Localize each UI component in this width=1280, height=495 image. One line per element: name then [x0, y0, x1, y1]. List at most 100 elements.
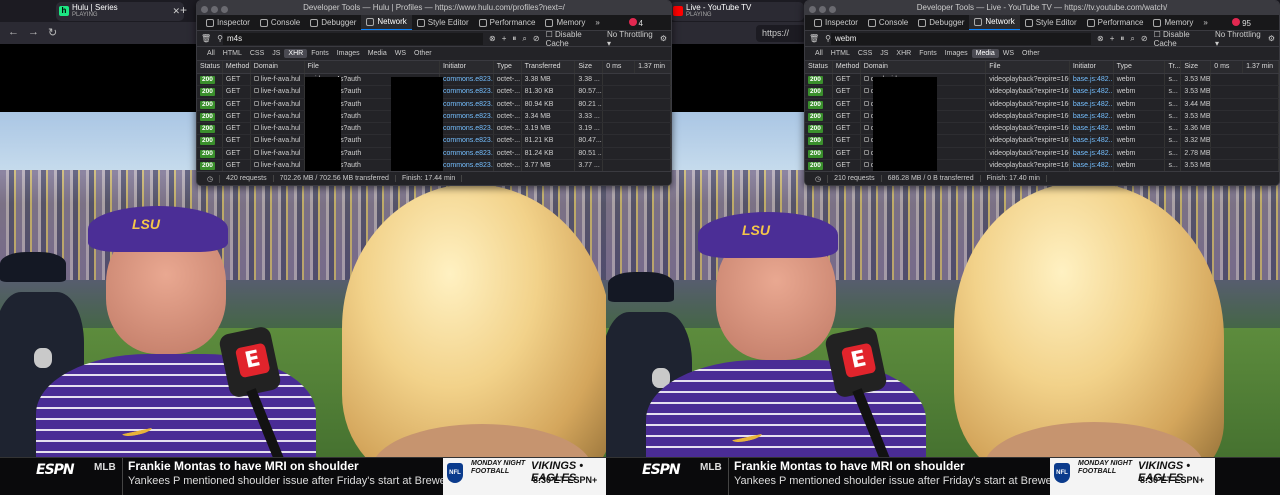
type-html[interactable]: HTML [219, 49, 246, 58]
block-icon[interactable]: ⊘ [1141, 34, 1148, 43]
lock-icon [253, 112, 259, 118]
search-icon[interactable]: ⌕ [522, 34, 526, 44]
tab-performance[interactable]: Performance [474, 15, 541, 30]
lock-icon [863, 88, 869, 94]
search-icon[interactable]: ⌕ [1130, 34, 1134, 44]
tab-close-icon[interactable]: ✕ [172, 6, 180, 17]
devtools-window-youtube-tv[interactable]: Developer Tools — Live - YouTube TV — ht… [804, 0, 1280, 186]
type-xhr[interactable]: XHR [892, 49, 915, 58]
column-header[interactable]: Status [805, 61, 833, 73]
clear-filter-icon[interactable]: ⊗ [489, 34, 496, 43]
clear-filter-icon[interactable]: ⊗ [1097, 34, 1104, 43]
settings-gear-icon[interactable]: ⚙ [1268, 34, 1275, 43]
pause-icon[interactable]: ⏸ [512, 34, 516, 44]
more-tabs-icon[interactable]: » [590, 15, 604, 30]
tab-memory[interactable]: Memory [540, 15, 590, 30]
column-header[interactable]: Tr... [1165, 61, 1182, 73]
add-icon[interactable]: + [502, 34, 507, 43]
column-header[interactable]: Domain [861, 61, 987, 73]
type-ws[interactable]: WS [391, 49, 410, 58]
throttling-select[interactable]: No Throttling ▾ [1215, 30, 1262, 48]
type-css[interactable]: CSS [246, 49, 268, 58]
disable-cache-checkbox[interactable]: ☐ Disable Cache [1154, 30, 1209, 48]
cell-size: 2.78 MB [1181, 147, 1212, 160]
column-header[interactable]: 1.37 min [1243, 61, 1279, 73]
pause-icon[interactable]: ⏸ [1120, 34, 1124, 44]
url-filter-input[interactable]: m4s [223, 32, 484, 45]
type-images[interactable]: Images [333, 49, 364, 58]
cell-initiator: base.js:482... [1070, 110, 1114, 123]
tab-debugger[interactable]: Debugger [305, 15, 361, 30]
column-header[interactable]: Initiator [440, 61, 494, 73]
column-header[interactable]: 0 ms [603, 61, 636, 73]
tab-memory[interactable]: Memory [1148, 15, 1198, 30]
column-header[interactable]: File [305, 61, 440, 73]
column-header[interactable]: Size [575, 61, 604, 73]
column-header[interactable]: Domain [251, 61, 305, 73]
column-header[interactable]: Initiator [1070, 61, 1114, 73]
type-html[interactable]: HTML [827, 49, 854, 58]
error-count[interactable]: 95 [1232, 18, 1251, 28]
cell-size: 80.57... [575, 86, 604, 98]
ticker-subline: Yankees P mentioned shoulder issue after… [734, 475, 1061, 487]
type-media[interactable]: Media [971, 49, 999, 58]
column-header[interactable]: 1.37 min [635, 61, 671, 73]
tab-performance[interactable]: Performance [1082, 15, 1149, 30]
cell-initiator: base.js:482... [1070, 135, 1114, 147]
type-js[interactable]: JS [268, 49, 284, 58]
type-js[interactable]: JS [876, 49, 892, 58]
trash-icon[interactable]: 🗑 [809, 34, 819, 43]
new-tab-icon[interactable]: + [180, 3, 187, 17]
browser-tab-hulu[interactable]: h Hulu | Series PLAYING ✕ [56, 2, 184, 21]
column-header[interactable]: Transferred [522, 61, 576, 73]
tab-style-editor[interactable]: Style Editor [412, 15, 474, 30]
waterfall-cell [603, 147, 671, 160]
mnf-promo: NFL MONDAY NIGHT FOOTBALL VIKINGS • EAGL… [443, 458, 608, 495]
type-other[interactable]: Other [1018, 49, 1044, 58]
more-tabs-icon[interactable]: » [1198, 15, 1212, 30]
type-media[interactable]: Media [364, 49, 391, 58]
reload-icon[interactable]: ↻ [48, 26, 57, 39]
url-bar[interactable]: https:// [756, 25, 806, 42]
column-header[interactable]: Type [494, 61, 522, 73]
add-icon[interactable]: + [1110, 34, 1115, 43]
tab-debugger[interactable]: Debugger [913, 15, 969, 30]
tab-network[interactable]: Network [361, 15, 412, 30]
column-header[interactable]: Status [197, 61, 223, 73]
column-header[interactable]: File [986, 61, 1070, 73]
tab-inspector[interactable]: Inspector [201, 15, 255, 30]
url-filter-input[interactable]: webm [831, 32, 1092, 45]
back-icon[interactable]: ← [8, 26, 19, 38]
tab-style-editor[interactable]: Style Editor [1020, 15, 1082, 30]
type-other[interactable]: Other [410, 49, 436, 58]
column-header[interactable]: Size [1181, 61, 1212, 73]
error-count[interactable]: 4 [628, 18, 643, 28]
forward-icon[interactable]: → [28, 26, 39, 38]
browser-tab-youtube-tv[interactable]: Live - YouTube TV PLAYING [670, 2, 804, 21]
trash-icon[interactable]: 🗑 [201, 34, 211, 43]
column-header[interactable]: 0 ms [1211, 61, 1244, 73]
devtools-window-hulu[interactable]: Developer Tools — Hulu | Profiles — http… [196, 0, 672, 186]
devtools-title-bar[interactable]: Developer Tools — Live - YouTube TV — ht… [805, 1, 1279, 15]
tab-console[interactable]: Console [255, 15, 305, 30]
throttling-select[interactable]: No Throttling ▾ [607, 30, 654, 48]
type-fonts[interactable]: Fonts [307, 49, 333, 58]
column-header[interactable]: Type [1114, 61, 1166, 73]
disable-cache-checkbox[interactable]: ☐ Disable Cache [546, 30, 601, 48]
column-header[interactable]: Method [223, 61, 251, 73]
type-all[interactable]: All [203, 49, 219, 58]
type-css[interactable]: CSS [854, 49, 876, 58]
tab-console[interactable]: Console [863, 15, 913, 30]
type-xhr[interactable]: XHR [284, 49, 308, 58]
column-header[interactable]: Method [833, 61, 861, 73]
cell-initiator: commons.e823... [440, 147, 494, 160]
tab-network[interactable]: Network [969, 15, 1020, 30]
type-fonts[interactable]: Fonts [915, 49, 941, 58]
settings-gear-icon[interactable]: ⚙ [660, 34, 667, 43]
devtools-title-bar[interactable]: Developer Tools — Hulu | Profiles — http… [197, 1, 671, 15]
type-all[interactable]: All [811, 49, 827, 58]
type-ws[interactable]: WS [999, 49, 1018, 58]
type-images[interactable]: Images [941, 49, 972, 58]
block-icon[interactable]: ⊘ [533, 34, 540, 43]
tab-inspector[interactable]: Inspector [809, 15, 863, 30]
